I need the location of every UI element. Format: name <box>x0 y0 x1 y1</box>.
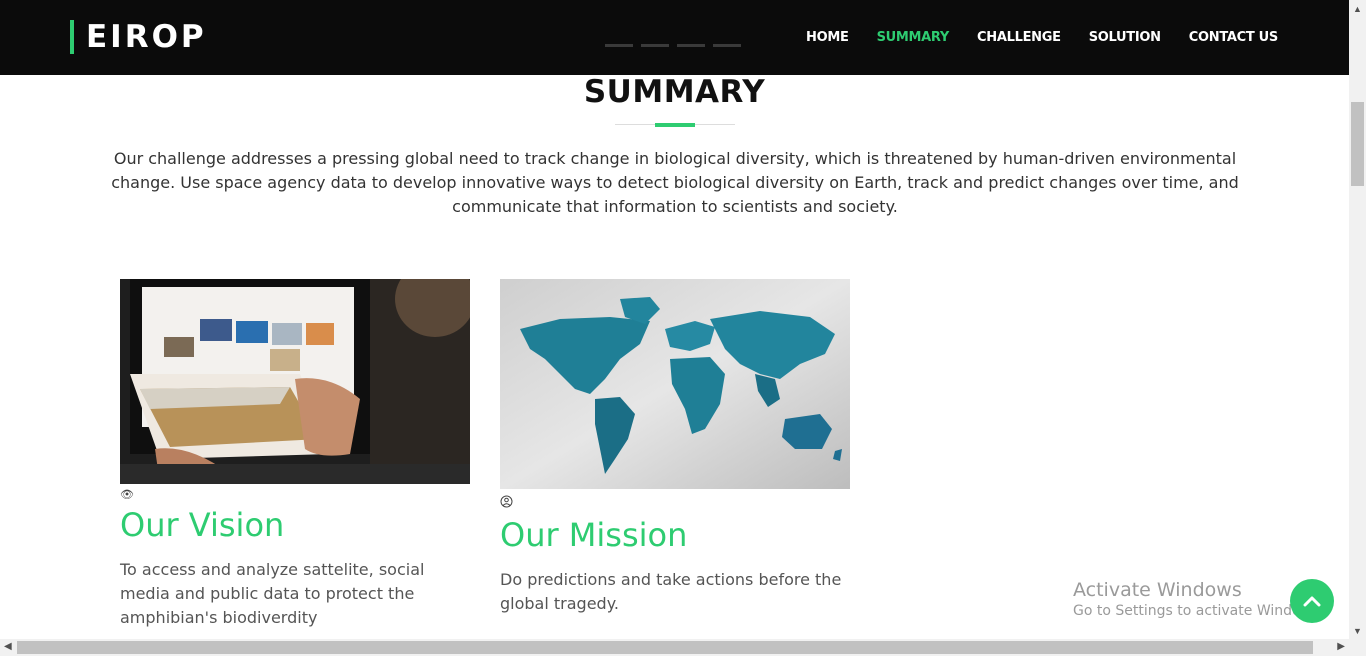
nav-challenge[interactable]: CHALLENGE <box>977 30 1061 45</box>
vision-photo-illustration <box>120 279 470 484</box>
scroll-up-arrow-icon[interactable]: ▲ <box>1353 4 1362 14</box>
mission-description: Do predictions and take actions before t… <box>500 570 842 613</box>
scroll-left-arrow-icon[interactable]: ◀ <box>4 641 12 652</box>
windows-activation-watermark: Activate Windows Go to Settings to activ… <box>1073 579 1324 619</box>
navbar: EIROP HOME SUMMARY CHALLENGE SOLUTION CO… <box>0 0 1349 75</box>
vision-image <box>120 279 470 484</box>
vertical-scrollbar-thumb[interactable] <box>1351 102 1364 186</box>
nav-summary[interactable]: SUMMARY <box>877 30 950 45</box>
slider-dot[interactable] <box>605 44 633 47</box>
slider-indicators <box>605 44 741 47</box>
vertical-scrollbar[interactable]: ▲ ▼ <box>1349 0 1366 639</box>
main-nav: HOME SUMMARY CHALLENGE SOLUTION CONTACT … <box>806 30 1278 45</box>
eye-icon: 👁 <box>120 489 134 501</box>
section-title: SUMMARY <box>583 74 766 110</box>
mission-image <box>500 279 850 489</box>
brand-name[interactable]: EIROP <box>86 19 207 55</box>
slider-dot[interactable] <box>641 44 669 47</box>
mission-title: Our Mission <box>500 516 688 554</box>
vision-description: To access and analyze sattelite, social … <box>120 560 425 627</box>
title-accent-divider <box>655 123 695 127</box>
watermark-title: Activate Windows <box>1073 579 1242 601</box>
user-circle-icon <box>500 495 850 511</box>
scroll-right-arrow-icon[interactable]: ▶ <box>1337 641 1345 652</box>
nav-contact-us[interactable]: CONTACT US <box>1189 30 1279 45</box>
vision-card: 👁 Our Vision To access and analyze satte… <box>120 279 470 630</box>
vision-title: Our Vision <box>120 506 285 544</box>
slider-dot[interactable] <box>713 44 741 47</box>
chevron-up-icon <box>1303 596 1321 607</box>
summary-paragraph: Our challenge addresses a pressing globa… <box>111 149 1239 216</box>
mission-card: Our Mission Do predictions and take acti… <box>500 279 850 616</box>
nav-home[interactable]: HOME <box>806 30 849 45</box>
nav-solution[interactable]: SOLUTION <box>1089 30 1161 45</box>
brand-logo[interactable]: EIROP <box>70 19 207 55</box>
page: EIROP HOME SUMMARY CHALLENGE SOLUTION CO… <box>0 0 1366 656</box>
watermark-subtitle: Go to Settings to activate Windows. <box>1073 603 1324 619</box>
scroll-down-arrow-icon[interactable]: ▼ <box>1353 626 1362 636</box>
brand-accent-bar <box>70 20 74 54</box>
back-to-top-button[interactable] <box>1290 579 1334 623</box>
horizontal-scrollbar-thumb[interactable] <box>17 641 1313 654</box>
slider-dot[interactable] <box>677 44 705 47</box>
world-map-illustration <box>500 279 850 489</box>
horizontal-scrollbar[interactable]: ◀ ▶ <box>0 639 1366 656</box>
